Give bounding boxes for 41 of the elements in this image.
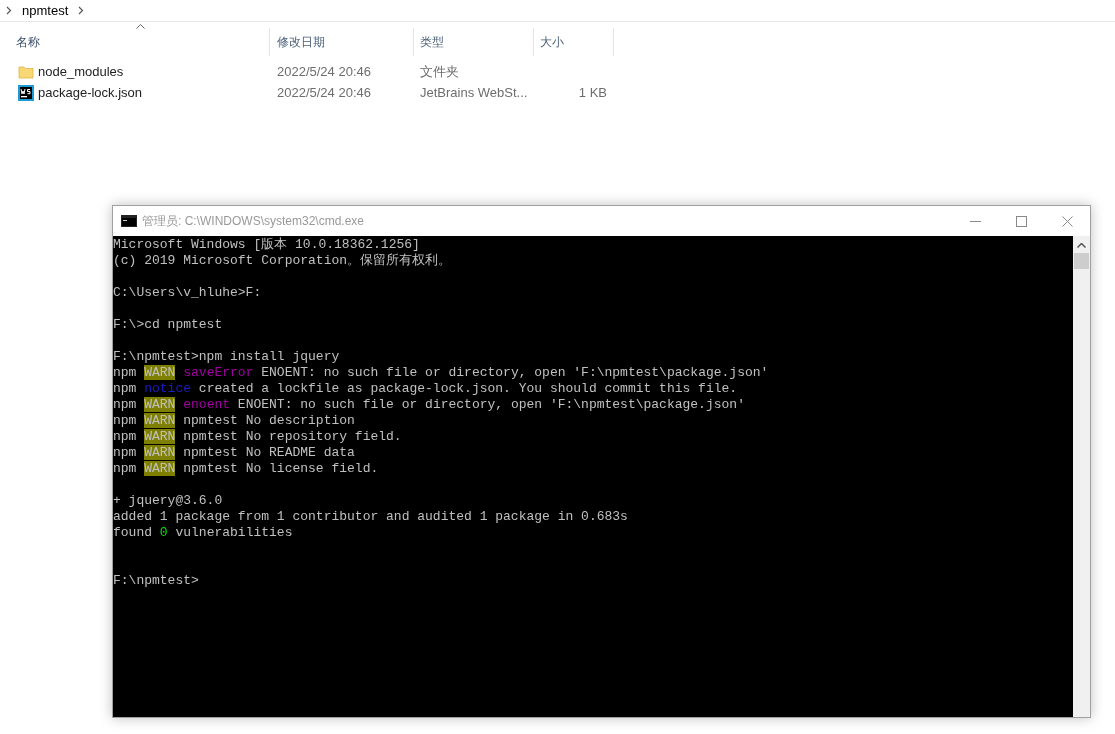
maximize-icon [1015,215,1027,227]
console-line: Microsoft Windows [版本 10.0.18362.1256] [113,237,420,253]
scrollbar-thumb[interactable] [1074,253,1089,269]
file-name[interactable]: node_modules [38,61,124,82]
console-line: (c) 2019 Microsoft Corporation。保留所有权利。 [113,253,452,269]
chevron-right-icon [78,6,85,15]
folder-icon [18,63,34,80]
console-line: added 1 package from 1 contributor and audited 1 package in 0.683s [113,509,628,525]
console-line: + jquery@3.6.0 [113,493,223,509]
column-header[interactable]: 类型 [420,33,444,51]
app-file-icon [18,84,34,101]
console-line: F:\npmtest> [113,573,199,589]
scrollbar[interactable] [1073,236,1090,717]
modified-date: 2022/5/24 20:46 [277,84,371,100]
minimize-icon [969,220,981,222]
file-size: 1 KB [578,84,607,100]
console-line: npm WARN npmtest No README data [113,445,355,461]
modified-date: 2022/5/24 20:46 [277,63,371,79]
chevron-right-icon [6,6,12,15]
column-header[interactable]: 修改日期 [277,33,325,51]
breadcrumb-item[interactable]: npmtest [22,0,69,21]
console-line: found 0 vulnerabilities [113,525,293,541]
console-line: C:\Users\v_hluhe>F: [113,285,262,301]
console-line: npm WARN saveError ENOENT: no such file or directory, open 'F:\npmtest\package.json' [113,365,769,381]
file-type: 文件夹 [420,63,459,79]
window-title: 管理员: C:\WINDOWS\system32\cmd.exe [142,213,365,230]
column-header[interactable]: 名称 [16,33,40,51]
console-line: npm WARN npmtest No description [113,413,355,429]
column-header[interactable]: 大小 [540,33,564,51]
close-icon [1061,215,1073,227]
console-line: F:\>cd npmtest [113,317,223,333]
console-line: npm WARN enoent ENOENT: no such file or directory, open 'F:\npmtest\package.json' [113,397,745,413]
console-line: F:\npmtest>npm install jquery [113,349,340,365]
sort-caret-icon [136,24,145,29]
console-line: npm notice created a lockfile as package-lock.json. You should commit this file. [113,381,738,397]
file-type: JetBrains WebSt... [420,84,528,100]
console-app-icon [121,215,137,227]
scroll-up-icon[interactable] [1077,243,1086,248]
file-name[interactable]: package-lock.json [38,82,143,103]
console-line: npm WARN npmtest No license field. [113,461,379,477]
console-line: npm WARN npmtest No repository field. [113,429,402,445]
